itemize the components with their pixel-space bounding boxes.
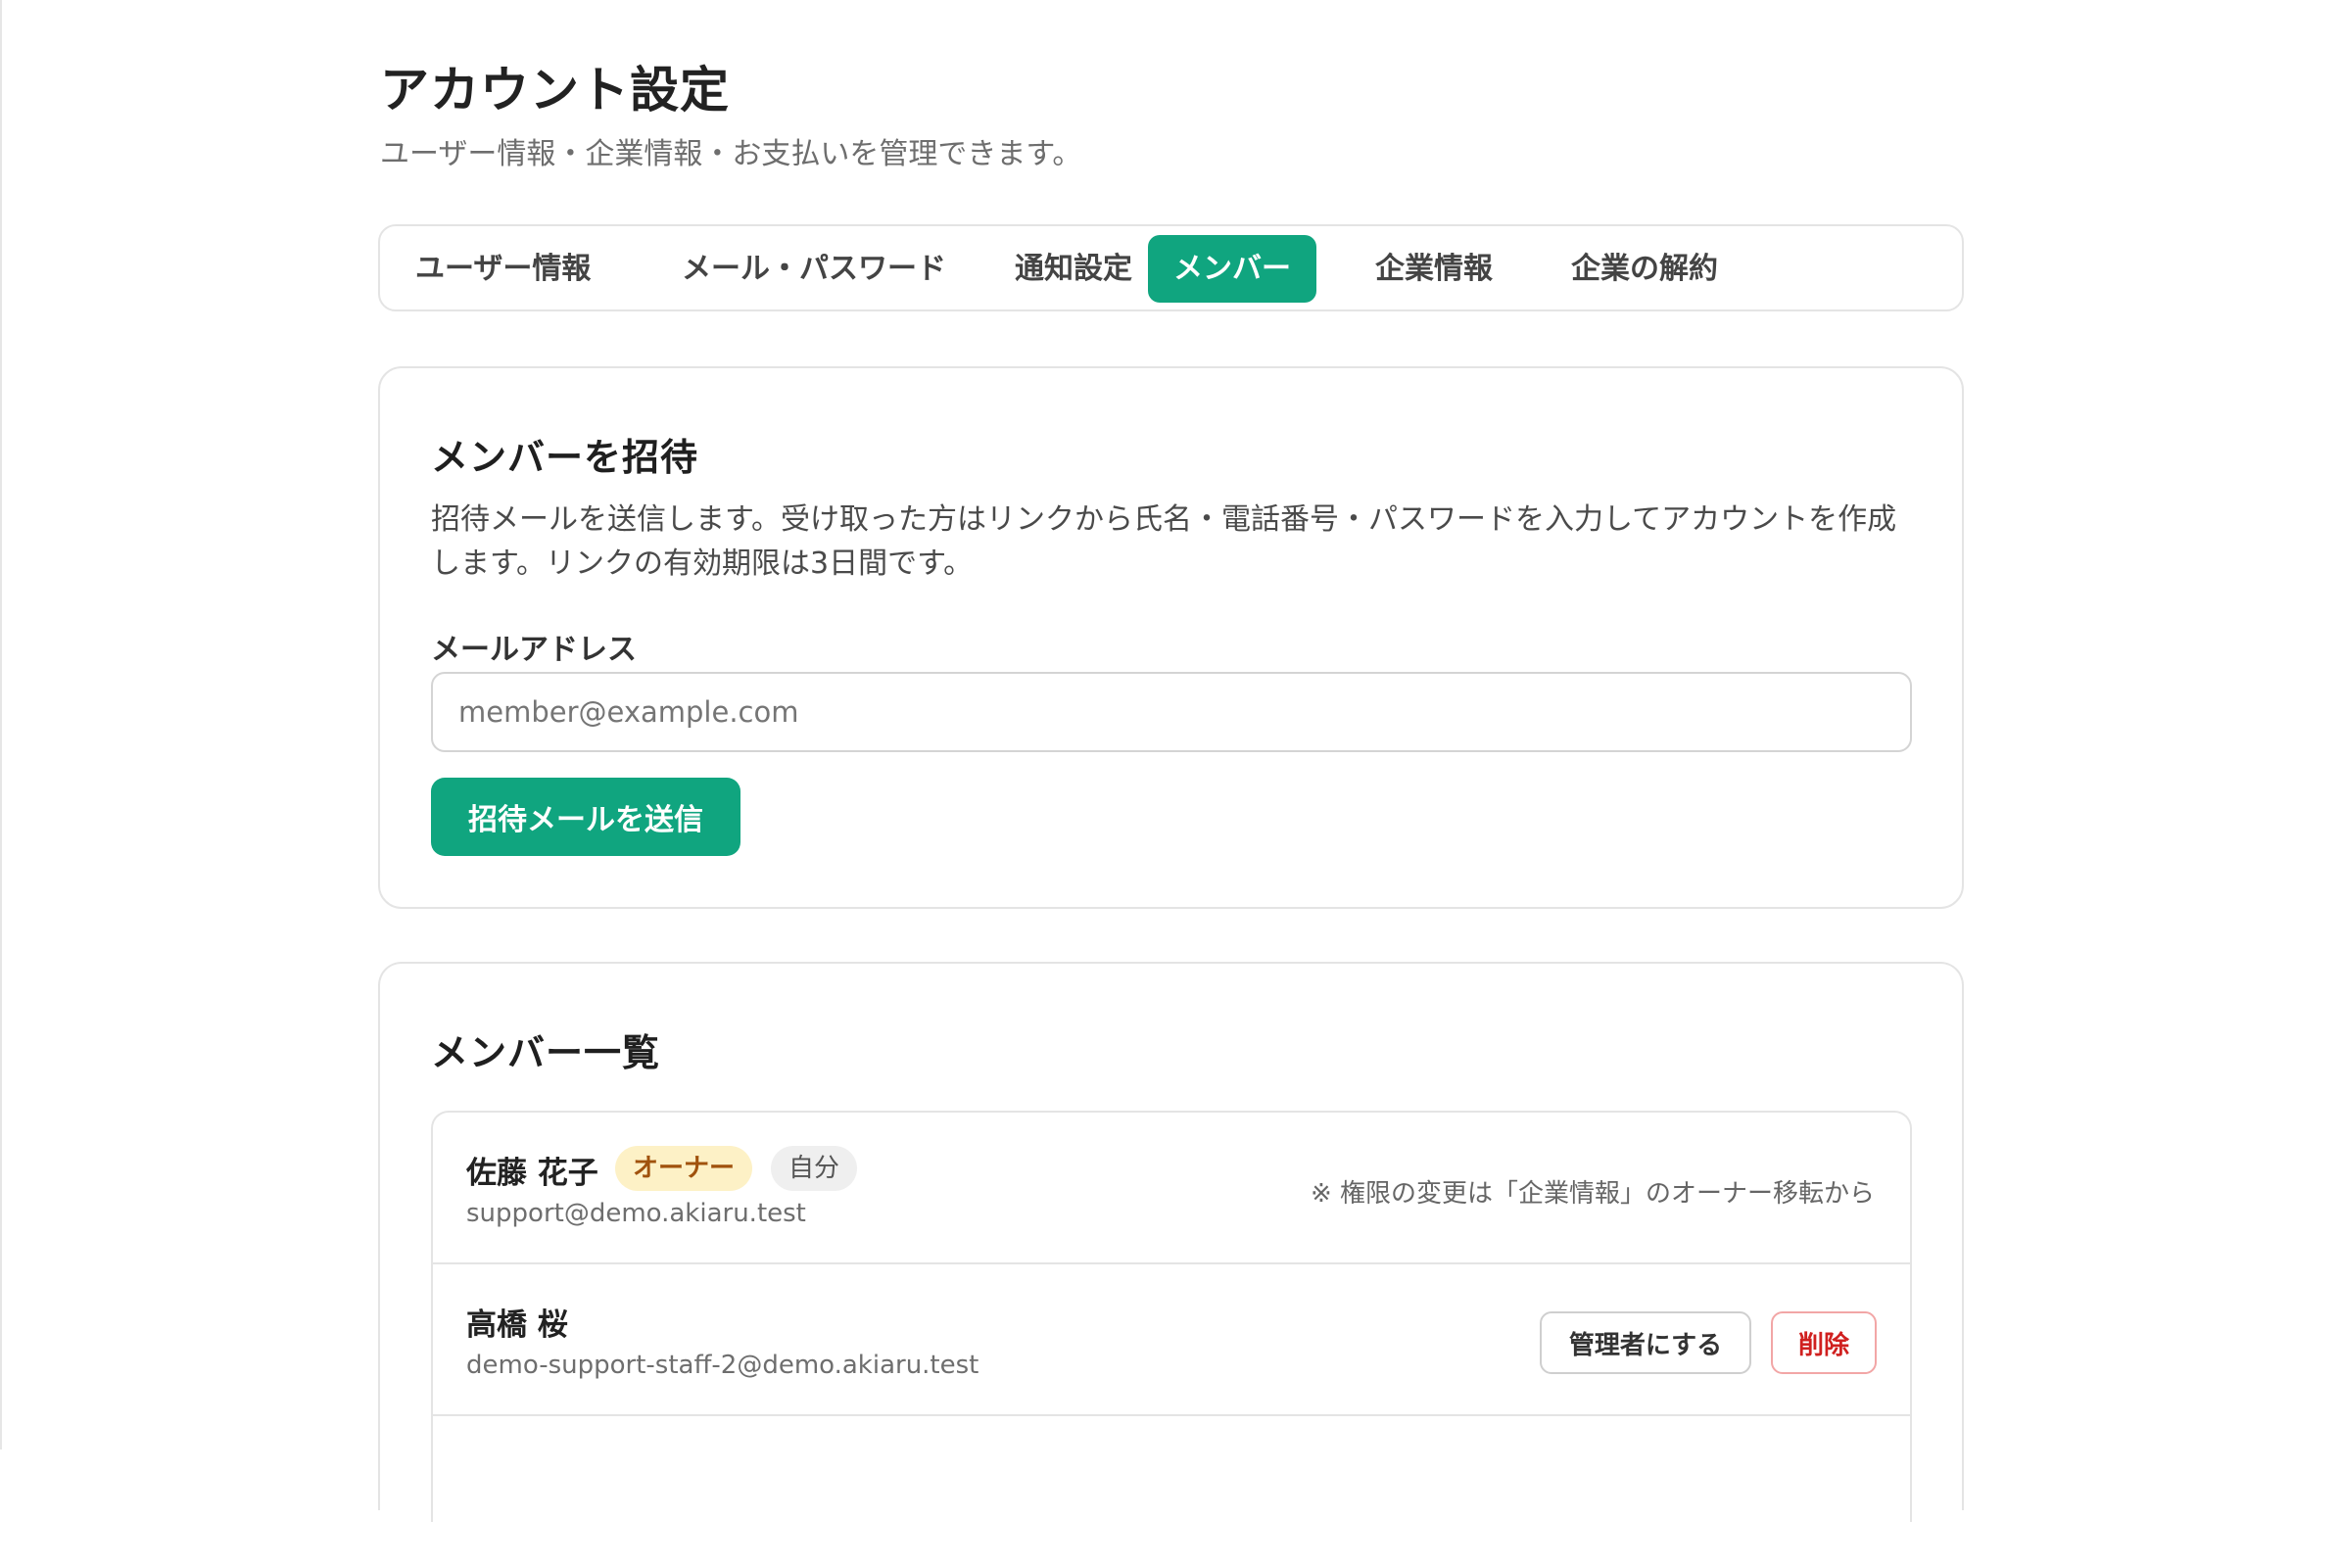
page-subtitle: ユーザー情報・企業情報・お支払いを管理できます。 bbox=[380, 137, 1082, 171]
tab-mail-password[interactable]: メール・パスワード bbox=[656, 235, 972, 303]
tab-user-info[interactable]: ユーザー情報 bbox=[390, 235, 616, 303]
member-row: 佐藤 花子 オーナー 自分 support@demo.akiaru.test ※… bbox=[433, 1113, 1910, 1264]
invite-description: 招待メールを送信します。受け取った方はリンクから氏名・電話番号・パスワードを入力… bbox=[431, 502, 1897, 581]
tab-notifications[interactable]: 通知設定 bbox=[989, 235, 1158, 303]
tab-members[interactable]: メンバー bbox=[1148, 235, 1316, 303]
member-list-title: メンバー一覧 bbox=[431, 1031, 661, 1074]
owner-badge: オーナー bbox=[615, 1146, 753, 1191]
make-admin-button[interactable]: 管理者にする bbox=[1540, 1311, 1751, 1374]
delete-member-button[interactable]: 削除 bbox=[1771, 1311, 1877, 1374]
email-input[interactable] bbox=[431, 672, 1912, 752]
tab-company-info[interactable]: 企業情報 bbox=[1350, 235, 1518, 303]
self-badge: 自分 bbox=[771, 1146, 858, 1191]
email-label: メールアドレス bbox=[431, 633, 637, 667]
invite-card: メンバーを招待 招待メールを送信します。受け取った方はリンクから氏名・電話番号・… bbox=[378, 366, 1964, 909]
member-row bbox=[433, 1416, 1910, 1568]
member-email: support@demo.akiaru.test bbox=[466, 1199, 806, 1228]
settings-tabs: ユーザー情報 メール・パスワード 通知設定 メンバー 企業情報 企業の解約 bbox=[378, 224, 1964, 311]
left-divider bbox=[0, 0, 2, 1449]
member-email: demo-support-staff-2@demo.akiaru.test bbox=[466, 1351, 979, 1380]
member-table: 佐藤 花子 オーナー 自分 support@demo.akiaru.test ※… bbox=[431, 1111, 1912, 1522]
invite-title: メンバーを招待 bbox=[431, 436, 699, 479]
send-invite-button[interactable]: 招待メールを送信 bbox=[431, 778, 740, 856]
page-title: アカウント設定 bbox=[380, 62, 730, 119]
permission-note: ※ 権限の変更は「企業情報」のオーナー移転から bbox=[1310, 1179, 1875, 1209]
member-name: 高橋 桜 bbox=[466, 1307, 568, 1343]
member-row: 高橋 桜 demo-support-staff-2@demo.akiaru.te… bbox=[433, 1264, 1910, 1416]
member-list-card: メンバー一覧 佐藤 花子 オーナー 自分 support@demo.akiaru… bbox=[378, 962, 1964, 1522]
member-name: 佐藤 花子 bbox=[466, 1156, 598, 1191]
tab-company-cancel[interactable]: 企業の解約 bbox=[1546, 235, 1743, 303]
